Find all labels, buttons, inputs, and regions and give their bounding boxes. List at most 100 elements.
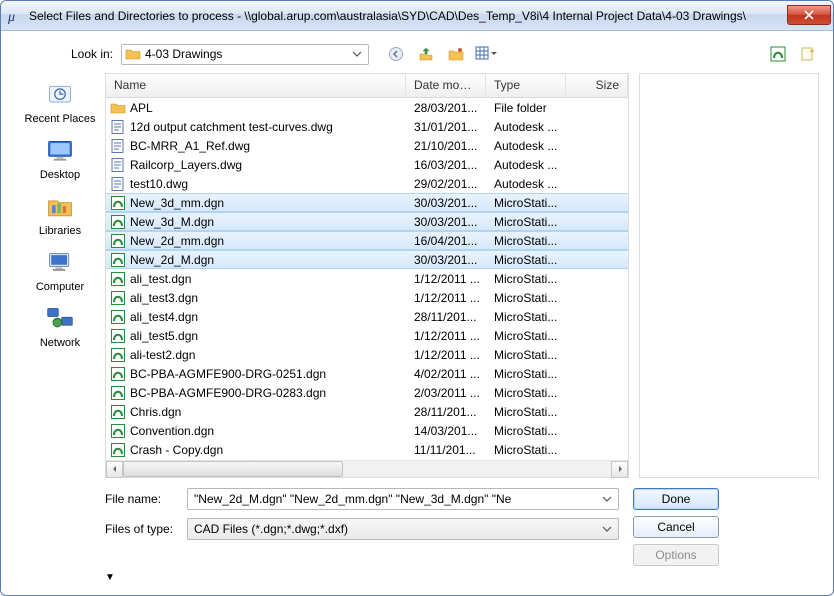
expand-toggle[interactable]: ▼: [105, 572, 819, 583]
file-row[interactable]: 12d output catchment test-curves.dwg31/0…: [106, 117, 628, 136]
file-name: New_3d_mm.dgn: [130, 196, 224, 210]
folder-icon: [125, 46, 141, 62]
up-one-level-button[interactable]: [415, 43, 437, 65]
look-in-value: 4-03 Drawings: [145, 47, 344, 61]
places-item-desktop[interactable]: Desktop: [20, 135, 100, 181]
file-row[interactable]: BC-PBA-AGMFE900-DRG-0251.dgn4/02/2011 ..…: [106, 364, 628, 383]
file-date: 31/01/201...: [406, 120, 486, 134]
file-name-combo[interactable]: "New_2d_M.dgn" "New_2d_mm.dgn" "New_3d_M…: [187, 488, 619, 510]
file-row[interactable]: New_3d_M.dgn30/03/201...MicroStati...: [106, 212, 628, 231]
column-headers[interactable]: Name Date modif... Type Size: [106, 74, 628, 98]
file-date: 1/12/2011 ...: [406, 291, 486, 305]
file-row[interactable]: APL28/03/201...File folder: [106, 98, 628, 117]
files-of-type-combo[interactable]: CAD Files (*.dgn;*.dwg;*.dxf): [187, 518, 619, 540]
file-name: ali-test2.dgn: [130, 348, 195, 362]
file-name: APL: [130, 101, 153, 115]
options-button: Options: [633, 544, 719, 566]
nav-toolbar: [385, 43, 497, 65]
new-folder-button[interactable]: [445, 43, 467, 65]
file-name: Railcorp_Layers.dwg: [130, 158, 242, 172]
chevron-down-icon[interactable]: [598, 491, 615, 508]
file-name: BC-MRR_A1_Ref.dwg: [130, 139, 250, 153]
dgn-icon: [110, 423, 126, 439]
file-row[interactable]: BC-PBA-AGMFE900-DRG-0283.dgn2/03/2011 ..…: [106, 383, 628, 402]
dialog-content: Look in: 4-03 Drawings: [1, 31, 833, 595]
places-item-computer[interactable]: Computer: [20, 247, 100, 293]
file-name: test10.dwg: [130, 177, 188, 191]
horizontal-scrollbar[interactable]: [106, 460, 628, 477]
main-area: Recent Places Desktop Libraries Computer Net…: [15, 73, 819, 478]
file-row[interactable]: Convention.dgn14/03/201...MicroStati...: [106, 421, 628, 440]
back-button[interactable]: [385, 43, 407, 65]
places-item-network[interactable]: Network: [20, 303, 100, 349]
look-in-combo[interactable]: 4-03 Drawings: [121, 44, 369, 65]
dgn-icon: [110, 252, 126, 268]
file-date: 1/12/2011 ...: [406, 329, 486, 343]
file-row[interactable]: Crash - Copy.dgn11/11/201...MicroStati..…: [106, 440, 628, 459]
dwg-icon: [110, 157, 126, 173]
file-date: 30/03/201...: [406, 215, 486, 229]
dgn-tool-icon[interactable]: [767, 43, 789, 65]
extra-toolbar: [767, 43, 819, 65]
preview-pane: [639, 73, 819, 478]
file-date: 2/03/2011 ...: [406, 386, 486, 400]
file-row[interactable]: test10.dwg29/02/201...Autodesk ...: [106, 174, 628, 193]
file-row[interactable]: ali-test2.dgn1/12/2011 ...MicroStati...: [106, 345, 628, 364]
file-list[interactable]: Name Date modif... Type Size APL28/03/20…: [105, 73, 629, 478]
chevron-down-icon[interactable]: [348, 46, 365, 63]
places-item-libraries[interactable]: Libraries: [20, 191, 100, 237]
file-row[interactable]: New_2d_mm.dgn16/04/201...MicroStati...: [106, 231, 628, 250]
file-row[interactable]: New_2d_M.dgn30/03/201...MicroStati...: [106, 250, 628, 269]
svg-text:μ: μ: [7, 10, 15, 24]
file-row[interactable]: Railcorp_Layers.dwg16/03/201...Autodesk …: [106, 155, 628, 174]
places-item-label: Libraries: [39, 225, 81, 237]
dgn-icon: [110, 290, 126, 306]
file-date: 30/03/201...: [406, 196, 486, 210]
look-in-label: Look in:: [65, 47, 113, 61]
dgn-icon: [110, 195, 126, 211]
chevron-down-icon[interactable]: [598, 521, 615, 538]
scroll-thumb[interactable]: [123, 461, 343, 477]
file-type: File folder: [486, 101, 566, 115]
scroll-track[interactable]: [123, 461, 611, 477]
file-row[interactable]: ali_test4.dgn28/11/201...MicroStati...: [106, 307, 628, 326]
file-rows[interactable]: APL28/03/201...File folder12d output cat…: [106, 98, 628, 460]
new-file-tool-icon[interactable]: [797, 43, 819, 65]
dgn-icon: [110, 328, 126, 344]
file-name-label: File name:: [105, 492, 187, 506]
file-name: ali_test5.dgn: [130, 329, 198, 343]
file-date: 21/10/201...: [406, 139, 486, 153]
libraries-icon: [42, 191, 78, 223]
scroll-left-button[interactable]: [106, 461, 123, 478]
files-of-type-value: CAD Files (*.dgn;*.dwg;*.dxf): [194, 522, 598, 536]
file-row[interactable]: ali_test.dgn1/12/2011 ...MicroStati...: [106, 269, 628, 288]
done-button[interactable]: Done: [633, 488, 719, 510]
dgn-icon: [110, 233, 126, 249]
view-menu-button[interactable]: [475, 43, 497, 65]
scroll-right-button[interactable]: [611, 461, 628, 478]
file-type: MicroStati...: [486, 253, 566, 267]
dgn-icon: [110, 385, 126, 401]
file-name: New_3d_M.dgn: [130, 215, 214, 229]
file-type: Autodesk ...: [486, 120, 566, 134]
cancel-button[interactable]: Cancel: [633, 516, 719, 538]
column-date[interactable]: Date modif...: [406, 74, 486, 97]
file-date: 11/11/201...: [406, 443, 486, 457]
file-row[interactable]: New_3d_mm.dgn30/03/201...MicroStati...: [106, 193, 628, 212]
filelist-wrap: Name Date modif... Type Size APL28/03/20…: [105, 73, 819, 478]
file-date: 28/11/201...: [406, 405, 486, 419]
file-date: 1/12/2011 ...: [406, 272, 486, 286]
file-name: Convention.dgn: [130, 424, 214, 438]
column-size[interactable]: Size: [566, 74, 628, 97]
close-button[interactable]: [787, 5, 831, 25]
column-name[interactable]: Name: [106, 74, 406, 97]
file-row[interactable]: Chris.dgn28/11/201...MicroStati...: [106, 402, 628, 421]
places-item-recent[interactable]: Recent Places: [20, 79, 100, 125]
file-date: 1/12/2011 ...: [406, 348, 486, 362]
file-row[interactable]: ali_test5.dgn1/12/2011 ...MicroStati...: [106, 326, 628, 345]
file-row[interactable]: BC-MRR_A1_Ref.dwg21/10/201...Autodesk ..…: [106, 136, 628, 155]
file-row[interactable]: ali_test3.dgn1/12/2011 ...MicroStati...: [106, 288, 628, 307]
titlebar[interactable]: μ Select Files and Directories to proces…: [1, 1, 833, 31]
file-date: 28/11/201...: [406, 310, 486, 324]
column-type[interactable]: Type: [486, 74, 566, 97]
